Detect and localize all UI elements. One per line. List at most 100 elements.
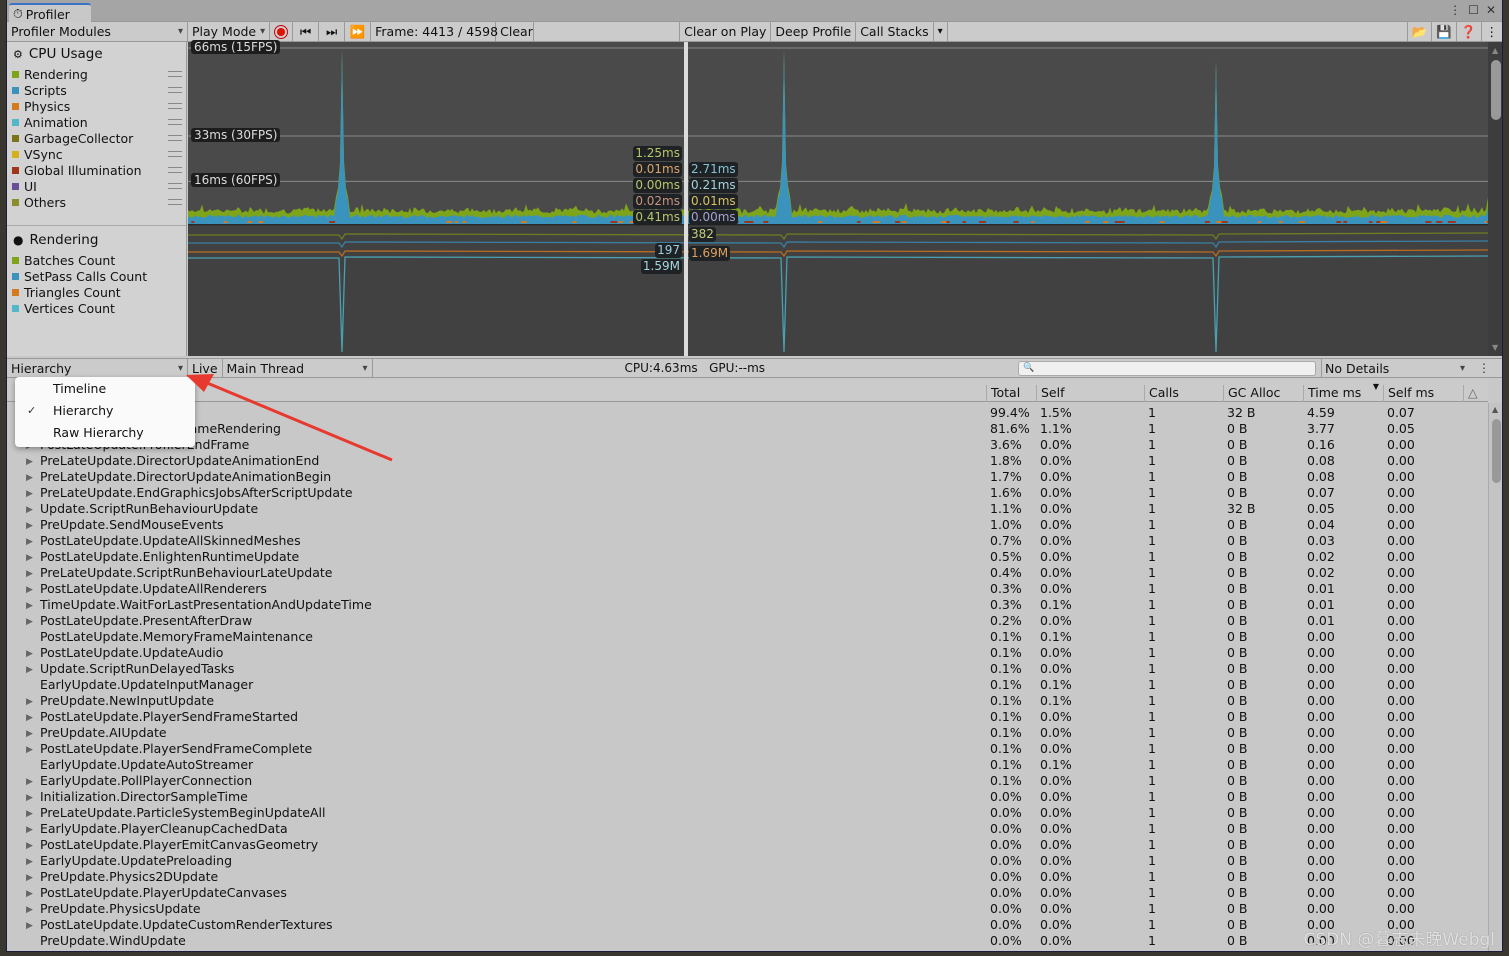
table-row[interactable]: ▶ PostLateUpdate.PlayerSendFrameStarted 0.… — [7, 709, 1488, 725]
cpu-legend-item[interactable]: UI — [7, 178, 186, 194]
table-row[interactable]: PreUpdate.WindUpdate 0.0% 0.0% 1 0 B 0.00 0.00 — [7, 933, 1488, 949]
profiler-tab[interactable]: ⏱ Profiler — [9, 3, 91, 23]
cpu-legend-item[interactable]: Physics — [7, 98, 186, 114]
table-row[interactable]: ▶ PreUpdate.NewInputUpdate 0.1% 0.1% 1 0 B 0.0… — [7, 693, 1488, 709]
column-time-ms[interactable]: Time ms ▼ — [1303, 382, 1383, 402]
drag-handle-icon[interactable] — [168, 87, 182, 93]
cpu-legend-item[interactable]: Scripts — [7, 82, 186, 98]
chart-scrollbar[interactable]: ▲ ▼ — [1488, 42, 1502, 356]
thread-dropdown[interactable]: Main Thread — [223, 359, 373, 377]
column-gc-alloc[interactable]: GC Alloc — [1223, 385, 1303, 402]
expand-arrow-icon[interactable]: ▶ — [26, 774, 33, 790]
details-options-icon[interactable]: ⋮ — [1478, 361, 1490, 375]
clear-button[interactable]: Clear — [496, 22, 535, 41]
table-row[interactable]: PostLateUpdate.MemoryFrameMaintenance 0.1… — [7, 629, 1488, 645]
expand-arrow-icon[interactable]: ▶ — [26, 790, 33, 806]
table-row[interactable]: ▶ PreLateUpdate.DirectorUpdateAnimationEn… — [7, 453, 1488, 469]
table-row[interactable]: ▶ EarlyUpdate.PollPlayerConnection 0.1% 0.0… — [7, 773, 1488, 789]
table-row[interactable]: ▶PostLateUpdate.FinishFrameRendering81.6… — [7, 421, 1488, 437]
table-row[interactable]: ▶ PreUpdate.AIUpdate 0.1% 0.0% 1 0 B 0.00 0.00 — [7, 725, 1488, 741]
cpu-module[interactable]: ⚙ CPU Usage Rendering Scripts Physics Anima… — [7, 42, 186, 226]
rendering-legend-item[interactable]: SetPass Calls Count — [7, 268, 186, 284]
expand-arrow-icon[interactable]: ▶ — [26, 518, 33, 534]
expand-arrow-icon[interactable]: ▶ — [26, 806, 33, 822]
scroll-down-icon[interactable]: ▼ — [1492, 343, 1498, 352]
table-row[interactable]: ▶ Update.ScriptRunDelayedTasks 0.1% 0.0% 1 0 … — [7, 661, 1488, 677]
load-button[interactable]: 📂 — [1406, 22, 1433, 41]
rendering-module[interactable]: ● Rendering Batches Count SetPass Calls C… — [7, 228, 186, 358]
table-row[interactable]: ▶ PostLateUpdate.PresentAfterDraw 0.2% 0.0%… — [7, 613, 1488, 629]
expand-arrow-icon[interactable]: ▶ — [26, 566, 33, 582]
table-row[interactable]: ▶ PostLateUpdate.PlayerSendFrameComplete 0… — [7, 741, 1488, 757]
next-frame-button[interactable]: ⏭ — [319, 22, 346, 41]
expand-arrow-icon[interactable]: ▶ — [26, 598, 33, 614]
table-row[interactable]: ▶ Initialization.DirectorSampleTime 0.0% 0.… — [7, 789, 1488, 805]
cpu-legend-item[interactable]: Global Illumination — [7, 162, 186, 178]
expand-arrow-icon[interactable]: ▶ — [26, 710, 33, 726]
call-stacks-toggle[interactable]: Call Stacks — [856, 22, 934, 41]
clear-on-play-toggle[interactable]: Clear on Play — [680, 22, 772, 41]
expand-arrow-icon[interactable]: ▶ — [26, 470, 33, 486]
table-row[interactable]: ▶ PostLateUpdate.PlayerUpdateCanvases 0.0%… — [7, 885, 1488, 901]
cpu-legend-item[interactable]: Others — [7, 194, 186, 210]
table-scroll-thumb[interactable] — [1492, 419, 1501, 483]
hierarchy-table[interactable]: ▶PlayerLoop99.4%1.5%132 B4.590.07▶PostLa… — [7, 403, 1488, 951]
save-button[interactable]: 💾 — [1432, 22, 1457, 41]
profiler-charts[interactable]: 66ms (15FPS) 33ms (30FPS) 16ms (60FPS) 1.2… — [188, 40, 1488, 356]
column-self[interactable]: Self — [1036, 385, 1144, 402]
table-row[interactable]: ▶ PreUpdate.PhysicsUpdate 0.0% 0.0% 1 0 B 0.00… — [7, 901, 1488, 917]
help-button[interactable]: ❓ — [1457, 22, 1482, 41]
call-stacks-dropdown[interactable]: ▾ — [934, 22, 948, 41]
drag-handle-icon[interactable] — [168, 119, 182, 125]
column-total[interactable]: Total — [986, 385, 1036, 402]
deep-profile-toggle[interactable]: Deep Profile — [771, 22, 857, 41]
maximize-icon[interactable]: ☐ — [1468, 3, 1479, 17]
expand-arrow-icon[interactable]: ▶ — [26, 550, 33, 566]
table-row[interactable]: ▶ PreUpdate.Physics2DUpdate 0.0% 0.0% 1 0 B 0.… — [7, 869, 1488, 885]
expand-arrow-icon[interactable]: ▶ — [26, 646, 33, 662]
table-row[interactable]: ▶ PostLateUpdate.UpdateAudio 0.1% 0.0% 1 0 B 0… — [7, 645, 1488, 661]
table-row[interactable]: ▶ PostLateUpdate.UpdateAllSkinnedMeshes 0.… — [7, 533, 1488, 549]
scroll-up-icon[interactable]: ▲ — [1492, 46, 1498, 55]
expand-arrow-icon[interactable]: ▶ — [26, 838, 33, 854]
close-icon[interactable]: ✕ — [1486, 3, 1496, 17]
expand-arrow-icon[interactable]: ▶ — [26, 454, 33, 470]
drag-handle-icon[interactable] — [168, 199, 182, 205]
drag-handle-icon[interactable] — [168, 103, 182, 109]
details-dropdown[interactable]: No Details — [1321, 359, 1469, 378]
table-scroll-up-icon[interactable]: ▲ — [1492, 405, 1498, 414]
table-row[interactable]: EarlyUpdate.UpdateAutoStreamer 0.1% 0.1% 1 0… — [7, 757, 1488, 773]
table-row[interactable]: ▶ PreUpdate.SendMouseEvents 1.0% 0.0% 1 0 B 0.… — [7, 517, 1488, 533]
drag-handle-icon[interactable] — [168, 183, 182, 189]
table-row[interactable]: ▶ PreLateUpdate.ParticleSystemBeginUpdate… — [7, 805, 1488, 821]
expand-arrow-icon[interactable]: ▶ — [26, 662, 33, 678]
expand-arrow-icon[interactable]: ▶ — [26, 726, 33, 742]
expand-arrow-icon[interactable]: ▶ — [26, 742, 33, 758]
table-row[interactable]: ▶ EarlyUpdate.PlayerCleanupCachedData 0.0%… — [7, 821, 1488, 837]
live-toggle[interactable]: Live — [188, 359, 223, 377]
expand-arrow-icon[interactable]: ▶ — [26, 902, 33, 918]
expand-arrow-icon[interactable]: ▶ — [26, 822, 33, 838]
expand-arrow-icon[interactable]: ▶ — [26, 918, 33, 934]
current-frame-button[interactable]: ⏩ — [345, 22, 372, 41]
rendering-legend-item[interactable]: Batches Count — [7, 252, 186, 268]
play-mode-dropdown[interactable]: Play Mode — [188, 22, 271, 41]
table-row[interactable]: ▶ EarlyUpdate.UpdatePreloading 0.0% 0.0% 1 0 … — [7, 853, 1488, 869]
table-row[interactable]: ▶ PreLateUpdate.EndGraphicsJobsAfterScrip… — [7, 485, 1488, 501]
more-options-icon[interactable]: ⋮ — [1449, 3, 1461, 17]
expand-arrow-icon[interactable]: ▶ — [26, 582, 33, 598]
column-calls[interactable]: Calls — [1144, 385, 1223, 402]
table-row[interactable]: ▶ PreLateUpdate.DirectorUpdateAnimationBe… — [7, 469, 1488, 485]
table-row[interactable]: ▶ PostLateUpdate.UpdateCustomRenderTextur… — [7, 917, 1488, 933]
profiler-modules-dropdown[interactable]: Profiler Modules — [7, 22, 188, 41]
charts-svg[interactable] — [188, 42, 1488, 356]
table-row[interactable]: ▶ Update.ScriptRunBehaviourUpdate 1.1% 0.0%… — [7, 501, 1488, 517]
view-mode-dropdown[interactable]: Hierarchy — [7, 359, 188, 377]
cpu-legend-item[interactable]: VSync — [7, 146, 186, 162]
table-row[interactable]: ▶PlayerLoop99.4%1.5%132 B4.590.07 — [7, 405, 1488, 421]
expand-arrow-icon[interactable]: ▶ — [26, 694, 33, 710]
table-row[interactable]: ▶PostLateUpdate.ProfilerEndFrame3.6%0.0%… — [7, 437, 1488, 453]
menu-item-hierarchy[interactable]: ✓ Hierarchy — [15, 400, 195, 422]
menu-item-raw-hierarchy[interactable]: Raw Hierarchy — [15, 422, 195, 444]
table-scrollbar[interactable]: ▲ — [1488, 403, 1502, 951]
